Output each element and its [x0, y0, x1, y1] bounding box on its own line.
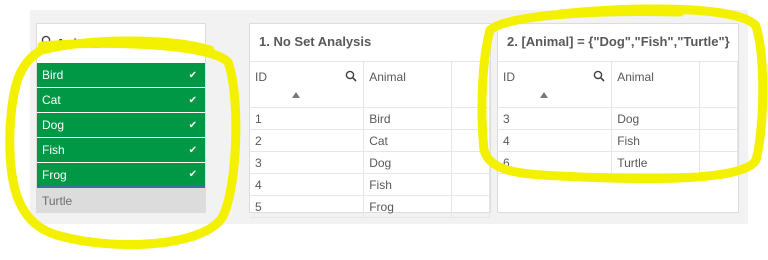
checkmark-icon: ✔ [188, 69, 197, 81]
cell-id: 1 [250, 107, 365, 130]
column-header-id[interactable]: ID [498, 61, 613, 108]
cell-animal: Cat [363, 129, 453, 152]
filter-item-label: Turtle [42, 193, 73, 208]
cell-id: 3 [498, 107, 613, 130]
table-header-row: ID Animal [250, 61, 490, 108]
checkmark-icon: ✔ [188, 119, 197, 131]
empty-cell [699, 151, 738, 174]
cell-animal: Fish [363, 173, 453, 196]
table-row[interactable]: 1 Bird [250, 107, 490, 130]
table-row[interactable]: 4 Fish [250, 173, 490, 196]
filter-item-label: Frog [42, 167, 67, 182]
empty-cell [451, 129, 490, 152]
filter-item-turtle[interactable]: Turtle [37, 188, 205, 213]
filter-item-cat[interactable]: Cat ✔ [37, 88, 205, 113]
column-header-label: ID [255, 70, 267, 84]
filter-title: Animal [56, 35, 100, 51]
table-row[interactable]: 6 Turtle [498, 151, 738, 174]
search-icon[interactable] [41, 34, 53, 52]
empty-cell [451, 107, 490, 130]
table-row[interactable]: 2 Cat [250, 129, 490, 152]
cell-id: 2 [250, 129, 365, 152]
cell-animal: Dog [363, 151, 453, 174]
data-table: ID Animal 1 Bird 2 Cat 3 Dog 4 Fish 5 Frog [250, 61, 490, 218]
filter-item-dog[interactable]: Dog ✔ [37, 113, 205, 138]
column-header-animal[interactable]: Animal [363, 61, 453, 108]
table-row[interactable]: 4 Fish [498, 129, 738, 152]
filter-item-label: Bird [42, 68, 64, 82]
table-set-analysis: 2. [Animal] = {"Dog","Fish","Turtle"} ID… [497, 23, 739, 213]
table-title: 2. [Animal] = {"Dog","Fish","Turtle"} [507, 34, 730, 49]
cell-id: 5 [250, 195, 365, 218]
cell-animal: Fish [611, 129, 701, 152]
table-no-set-analysis: 1. No Set Analysis ID Animal 1 Bird 2 Cat … [249, 23, 491, 218]
cell-id: 3 [250, 151, 365, 174]
checkmark-icon: ✔ [188, 169, 197, 180]
filter-item-frog[interactable]: Frog ✔ [37, 163, 205, 188]
column-header-id[interactable]: ID [250, 61, 365, 108]
empty-cell [699, 129, 738, 152]
column-header-animal[interactable]: Animal [611, 61, 701, 108]
table-header-row: ID Animal [498, 61, 738, 108]
column-header-label: Animal [369, 70, 406, 84]
sort-ascending-icon[interactable] [292, 92, 300, 98]
cell-animal: Bird [363, 107, 453, 130]
cell-id: 6 [498, 151, 613, 174]
table-row[interactable]: 3 Dog [498, 107, 738, 130]
filter-item-label: Fish [42, 143, 65, 157]
empty-column [451, 61, 490, 108]
sort-ascending-icon[interactable] [540, 92, 548, 98]
column-header-label: ID [503, 70, 515, 84]
empty-column [699, 61, 738, 108]
table-title: 1. No Set Analysis [259, 34, 372, 49]
cell-id: 4 [250, 173, 365, 196]
animal-filter-pane[interactable]: Animal Bird ✔ Cat ✔ Dog ✔ Fish ✔ Frog ✔ … [36, 23, 206, 213]
filter-item-label: Cat [42, 93, 61, 107]
empty-cell [451, 151, 490, 174]
checkmark-icon: ✔ [188, 94, 197, 106]
filter-item-fish[interactable]: Fish ✔ [37, 138, 205, 163]
search-icon[interactable] [593, 70, 605, 85]
table-row[interactable]: 5 Frog [250, 195, 490, 218]
data-table: ID Animal 3 Dog 4 Fish 6 Turtle [498, 61, 738, 174]
search-icon[interactable] [345, 70, 357, 85]
checkmark-icon: ✔ [188, 144, 197, 156]
table-row[interactable]: 3 Dog [250, 151, 490, 174]
filter-list: Bird ✔ Cat ✔ Dog ✔ Fish ✔ Frog ✔ Turtle [37, 63, 205, 213]
cell-id: 4 [498, 129, 613, 152]
cell-animal: Frog [363, 195, 453, 218]
cell-animal: Turtle [611, 151, 701, 174]
empty-cell [451, 195, 490, 218]
empty-cell [451, 173, 490, 196]
filter-item-label: Dog [42, 118, 65, 132]
column-header-label: Animal [617, 70, 654, 84]
filter-header[interactable]: Animal [37, 24, 205, 62]
filter-item-bird[interactable]: Bird ✔ [37, 63, 205, 88]
cell-animal: Dog [611, 107, 701, 130]
empty-cell [699, 107, 738, 130]
